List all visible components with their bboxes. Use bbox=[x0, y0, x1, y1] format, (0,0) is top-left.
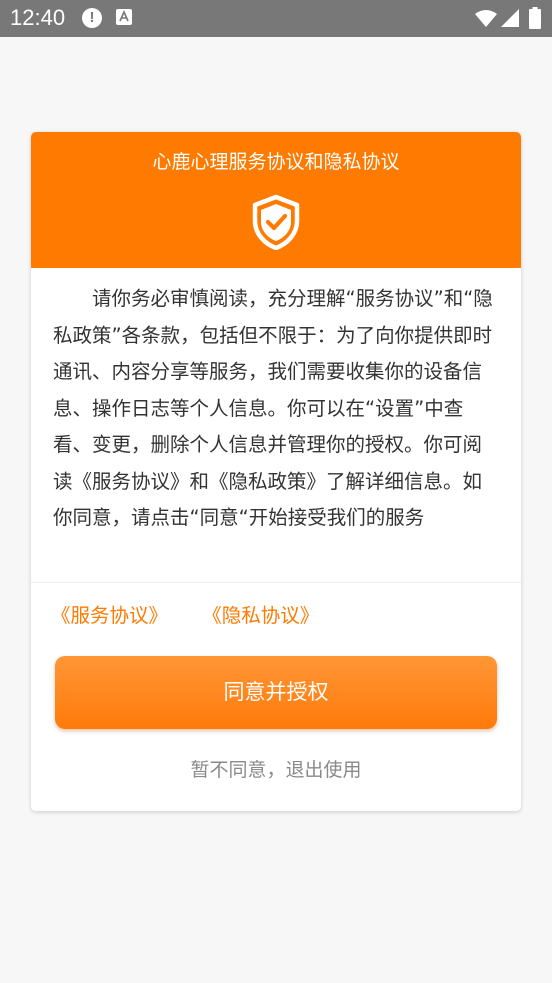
policy-links: 《服务协议》 《隐私协议》 bbox=[51, 602, 319, 630]
service-agreement-link[interactable]: 《服务协议》 bbox=[51, 602, 168, 630]
divider bbox=[31, 582, 521, 583]
status-bar: 12:40 ! bbox=[0, 0, 552, 37]
battery-icon bbox=[529, 7, 541, 33]
privacy-agreement-link[interactable]: 《隐私协议》 bbox=[202, 602, 319, 630]
signal-icon bbox=[501, 9, 519, 31]
disagree-exit-link[interactable]: 暂不同意，退出使用 bbox=[31, 756, 521, 784]
dialog-header: 心鹿心理服务协议和隐私协议 bbox=[31, 132, 521, 268]
agreement-dialog: 心鹿心理服务协议和隐私协议 请你务必审慎阅读，充分理解“服务协议”和“隐私政策”… bbox=[31, 132, 521, 811]
agreement-body-text: 请你务必审慎阅读，充分理解“服务协议”和“隐私政策”各条款，包括但不限于：为了向… bbox=[53, 287, 493, 529]
shield-check-icon bbox=[250, 194, 302, 251]
wifi-icon bbox=[475, 9, 497, 31]
status-time: 12:40 bbox=[10, 5, 66, 30]
agree-and-authorize-button[interactable]: 同意并授权 bbox=[55, 656, 497, 729]
dialog-title: 心鹿心理服务协议和隐私协议 bbox=[152, 151, 400, 173]
keyboard-a-icon bbox=[116, 9, 132, 25]
alert-icon: ! bbox=[82, 8, 102, 28]
